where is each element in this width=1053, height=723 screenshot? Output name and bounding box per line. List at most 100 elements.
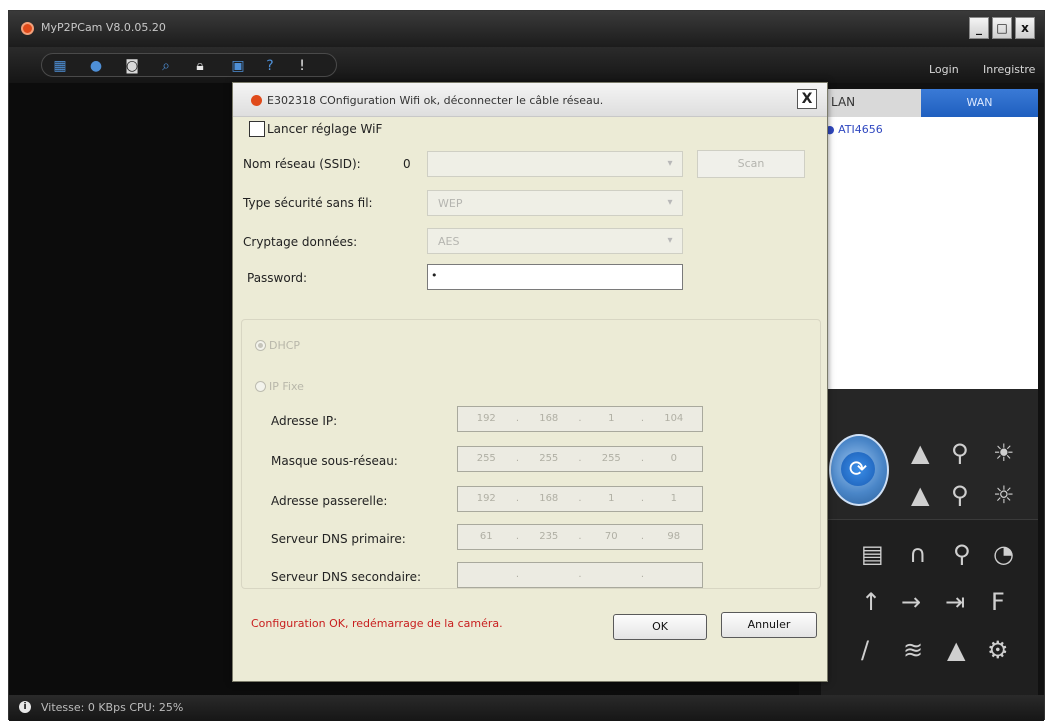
arrow-right-icon[interactable]: → bbox=[901, 588, 921, 616]
ip-octet-2: 168 bbox=[539, 413, 559, 424]
password-input[interactable]: • bbox=[427, 264, 683, 290]
encryption-combobox[interactable]: AES ▾ bbox=[427, 228, 683, 254]
right-panel: LAN WAN ● ATI4656 ⟳ ▲ ⚲ ☀ ▲ ⚲ ☼ ▤ ∩ ⚲ ◔ … bbox=[821, 89, 1038, 695]
pen-icon[interactable]: / bbox=[861, 636, 869, 664]
flag-icon[interactable]: F bbox=[991, 588, 1005, 616]
headphones-icon[interactable]: ∩ bbox=[909, 540, 927, 568]
camera-icon[interactable]: ● bbox=[88, 58, 104, 74]
dns2-label: Serveur DNS secondaire: bbox=[271, 570, 421, 584]
encryption-value: AES bbox=[438, 235, 460, 248]
zoom-out-icon[interactable]: ⚲ bbox=[951, 481, 969, 509]
lock-icon[interactable]: 🔒︎ bbox=[192, 58, 208, 74]
wifi-config-dialog: E302318 COnfiguration Wifi ok, déconnect… bbox=[232, 82, 828, 682]
minimize-button[interactable]: _ bbox=[969, 17, 989, 39]
dialog-title: E302318 COnfiguration Wifi ok, déconnect… bbox=[267, 94, 604, 107]
ip-octet-3: 1 bbox=[608, 413, 615, 424]
zoom-in-icon[interactable]: ⚲ bbox=[951, 439, 969, 467]
static-ip-label: IP Fixe bbox=[269, 380, 304, 393]
gateway-octet-4: 1 bbox=[670, 493, 677, 504]
chevron-down-icon[interactable]: ▾ bbox=[662, 195, 678, 211]
dns1-octet-1: 61 bbox=[479, 531, 493, 542]
gateway-field[interactable]: 192. 168. 1. 1 bbox=[457, 486, 703, 512]
dhcp-option[interactable]: DHCP bbox=[255, 339, 300, 352]
subnet-mask-field[interactable]: 255. 255. 255. 0 bbox=[457, 446, 703, 472]
chevron-down-icon[interactable]: ▾ bbox=[662, 156, 678, 172]
device-item[interactable]: ● ATI4656 bbox=[825, 123, 883, 136]
info-icon[interactable]: ! bbox=[294, 58, 310, 74]
info-icon: i bbox=[19, 701, 31, 713]
tools-icon[interactable]: ⚙ bbox=[987, 636, 1009, 664]
dns1-label: Serveur DNS primaire: bbox=[271, 532, 406, 546]
dialog-close-button[interactable]: X bbox=[797, 89, 817, 109]
up-triangle-icon[interactable]: ▲ bbox=[911, 439, 929, 467]
control-area: ▤ ∩ ⚲ ◔ ↑ → ⇥ F / ≋ ▲ ⚙ bbox=[821, 519, 1038, 695]
snapshot-icon[interactable]: ◙ bbox=[124, 58, 140, 74]
clapper-icon[interactable]: ▤ bbox=[861, 540, 884, 568]
ptz-control[interactable]: ⟳ bbox=[829, 434, 889, 506]
maximize-button[interactable]: □ bbox=[992, 17, 1012, 39]
dns2-octet-2 bbox=[521, 563, 578, 587]
brightness-down-icon[interactable]: ☼ bbox=[993, 481, 1015, 509]
ip-address-field[interactable]: 192. 168. 1. 104 bbox=[457, 406, 703, 432]
ok-button[interactable]: OK bbox=[613, 614, 707, 640]
gateway-octet-3: 1 bbox=[608, 493, 615, 504]
tab-lan[interactable]: LAN bbox=[821, 89, 921, 117]
security-combobox[interactable]: WEP ▾ bbox=[427, 190, 683, 216]
status-bar: i Vitesse: 0 KBps CPU: 25% bbox=[9, 695, 1044, 721]
app-title: MyP2PCam V8.0.05.20 bbox=[41, 21, 166, 34]
save-icon[interactable]: ▣ bbox=[230, 58, 246, 74]
dns2-octet-3 bbox=[583, 563, 640, 587]
ssid-combobox[interactable]: ▾ bbox=[427, 151, 683, 177]
enable-wifi-checkbox[interactable] bbox=[249, 121, 265, 137]
mask-octet-4: 0 bbox=[670, 453, 677, 464]
ssid-count: 0 bbox=[403, 157, 411, 171]
dhcp-radio[interactable] bbox=[255, 340, 266, 351]
dialog-title-bar: E302318 COnfiguration Wifi ok, déconnect… bbox=[233, 83, 827, 117]
close-button[interactable]: x bbox=[1015, 17, 1035, 39]
dns2-octet-1 bbox=[458, 563, 515, 587]
tab-wan[interactable]: WAN bbox=[921, 89, 1038, 117]
brightness-up-icon[interactable]: ☀ bbox=[993, 439, 1015, 467]
ip-octet-1: 192 bbox=[476, 413, 496, 424]
title-bar: MyP2PCam V8.0.05.20 _ □ x bbox=[9, 11, 1044, 47]
dhcp-label: DHCP bbox=[269, 339, 301, 352]
security-value: WEP bbox=[438, 197, 463, 210]
encryption-label: Cryptage données: bbox=[243, 235, 358, 249]
enable-wifi-row[interactable]: Lancer réglage WiF bbox=[249, 121, 382, 137]
export-icon[interactable]: ⇥ bbox=[945, 588, 965, 616]
security-label: Type sécurité sans fil: bbox=[243, 196, 373, 210]
clock-icon[interactable]: ◔ bbox=[993, 540, 1014, 568]
dns2-field[interactable]: . . . bbox=[457, 562, 703, 588]
up-triangle-2-icon[interactable]: ▲ bbox=[911, 481, 929, 509]
scan-button[interactable]: Scan bbox=[697, 150, 805, 178]
dns2-octet-4 bbox=[646, 563, 703, 587]
device-list: ● ATI4656 bbox=[821, 117, 1038, 389]
toolbar-icon-group: ▦ ● ◙ ⌕ 🔒︎ ▣ ? ! bbox=[41, 53, 337, 77]
mask-octet-1: 255 bbox=[476, 453, 496, 464]
subnet-mask-label: Masque sous-réseau: bbox=[271, 454, 398, 468]
static-ip-option[interactable]: IP Fixe bbox=[255, 380, 304, 393]
dns1-octet-4: 98 bbox=[667, 531, 681, 542]
microphone-icon[interactable]: ⚲ bbox=[953, 540, 971, 568]
login-link[interactable]: Login bbox=[929, 63, 959, 76]
static-ip-radio[interactable] bbox=[255, 381, 266, 392]
dns1-field[interactable]: 61. 235. 70. 98 bbox=[457, 524, 703, 550]
chevron-down-icon[interactable]: ▾ bbox=[662, 233, 678, 249]
gateway-octet-1: 192 bbox=[476, 493, 496, 504]
warning-icon[interactable]: ▲ bbox=[947, 636, 965, 664]
search-icon[interactable]: ⌕ bbox=[158, 58, 174, 74]
grid-icon[interactable]: ▦ bbox=[52, 58, 68, 74]
status-message: Configuration OK, redémarrage de la camé… bbox=[251, 617, 503, 630]
cancel-button[interactable]: Annuler bbox=[721, 612, 817, 638]
dns1-octet-3: 70 bbox=[604, 531, 618, 542]
toolbar: ▦ ● ◙ ⌕ 🔒︎ ▣ ? ! Login Inregistre bbox=[9, 47, 1044, 83]
arrow-up-icon[interactable]: ↑ bbox=[861, 588, 881, 616]
enable-wifi-label: Lancer réglage WiF bbox=[267, 122, 383, 136]
wifi-icon[interactable]: ≋ bbox=[903, 636, 923, 664]
app-logo-icon bbox=[21, 22, 34, 35]
register-link[interactable]: Inregistre bbox=[983, 63, 1035, 76]
status-text: Vitesse: 0 KBps CPU: 25% bbox=[41, 701, 184, 714]
ptz-refresh-icon[interactable]: ⟳ bbox=[841, 452, 875, 486]
help-icon[interactable]: ? bbox=[262, 58, 278, 74]
dialog-logo-icon bbox=[251, 95, 262, 106]
